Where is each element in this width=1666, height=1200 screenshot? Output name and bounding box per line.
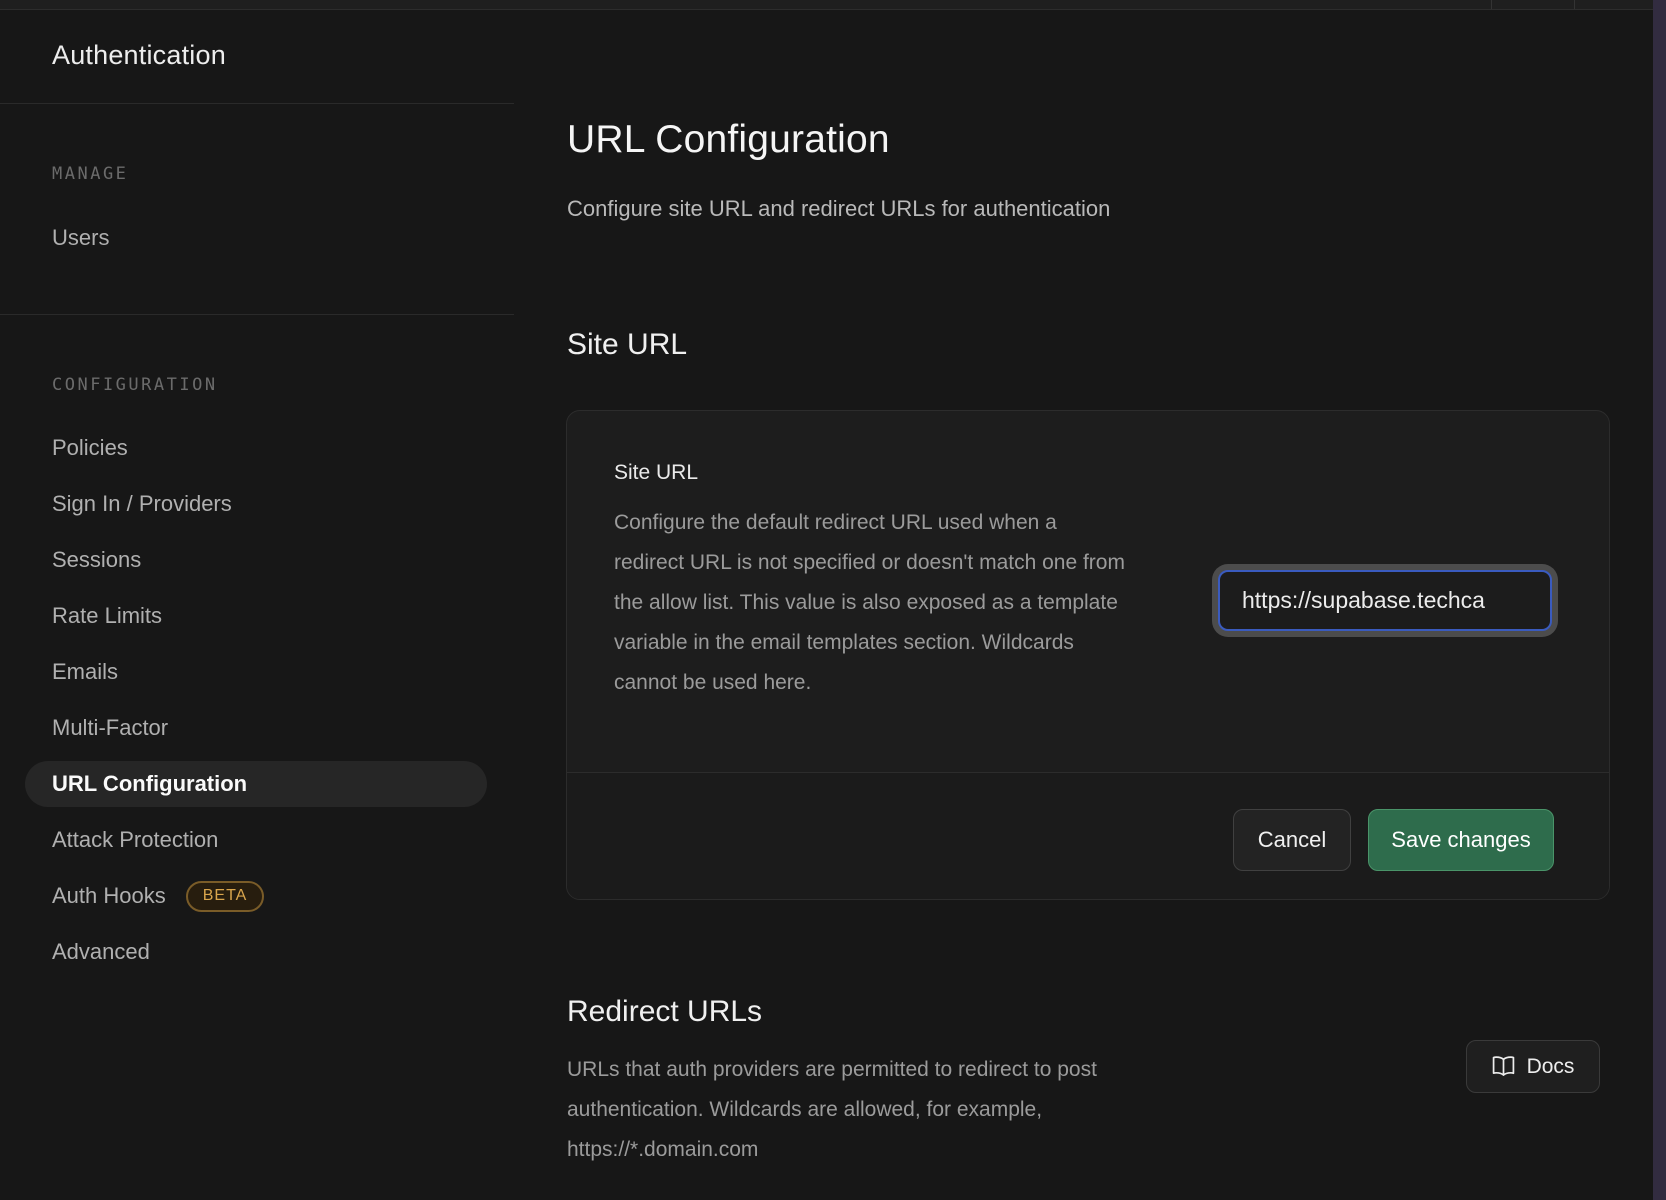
- page-subtitle: Configure site URL and redirect URLs for…: [567, 196, 1110, 222]
- docs-button[interactable]: Docs: [1466, 1040, 1600, 1093]
- sidebar-divider: [0, 314, 514, 315]
- sidebar-title: Authentication: [52, 40, 226, 71]
- site-url-section-heading: Site URL: [567, 328, 687, 362]
- redirect-urls-section-heading: Redirect URLs: [567, 995, 762, 1029]
- toolbar-divider: [1491, 0, 1492, 9]
- docs-button-label: Docs: [1527, 1055, 1575, 1079]
- sidebar-item-emails[interactable]: Emails: [0, 644, 514, 700]
- sidebar-item-attack-protection[interactable]: Attack Protection: [0, 812, 514, 868]
- toolbar-divider: [1574, 0, 1575, 9]
- cancel-button[interactable]: Cancel: [1233, 809, 1351, 871]
- sidebar-item-auth-hooks[interactable]: Auth Hooks BETA: [0, 868, 514, 924]
- sidebar-item-multi-factor[interactable]: Multi-Factor: [0, 700, 514, 756]
- main-content: URL Configuration Configure site URL and…: [514, 10, 1653, 1200]
- site-url-field-description: Configure the default redirect URL used …: [614, 503, 1129, 703]
- sidebar-divider: [0, 103, 514, 104]
- sidebar-item-sign-in-providers[interactable]: Sign In / Providers: [0, 476, 514, 532]
- sidebar-item-rate-limits[interactable]: Rate Limits: [0, 588, 514, 644]
- sidebar-section-manage: MANAGE: [52, 164, 128, 184]
- assistant-panel-edge[interactable]: [1653, 0, 1666, 1200]
- sidebar-item-url-configuration[interactable]: URL Configuration: [0, 756, 514, 812]
- site-url-card: Site URL Configure the default redirect …: [566, 410, 1610, 900]
- sidebar-item-sessions[interactable]: Sessions: [0, 532, 514, 588]
- beta-badge: BETA: [186, 881, 265, 912]
- card-footer: Cancel Save changes: [567, 773, 1609, 899]
- sidebar-item-policies[interactable]: Policies: [0, 420, 514, 476]
- book-icon: [1492, 1056, 1515, 1077]
- top-toolbar-edge: [0, 0, 1653, 10]
- save-changes-button[interactable]: Save changes: [1368, 809, 1554, 871]
- site-url-field-label: Site URL: [614, 461, 698, 485]
- sidebar-item-users[interactable]: Users: [0, 210, 514, 266]
- page-title: URL Configuration: [567, 118, 890, 162]
- auth-sidebar: Authentication MANAGE Users CONFIGURATIO…: [0, 10, 515, 1200]
- sidebar-item-advanced[interactable]: Advanced: [0, 924, 514, 980]
- card-footer-divider: [567, 772, 1609, 773]
- redirect-urls-description: URLs that auth providers are permitted t…: [567, 1050, 1227, 1170]
- sidebar-section-configuration: CONFIGURATION: [52, 375, 218, 395]
- site-url-input[interactable]: https://supabase.techca: [1218, 570, 1552, 631]
